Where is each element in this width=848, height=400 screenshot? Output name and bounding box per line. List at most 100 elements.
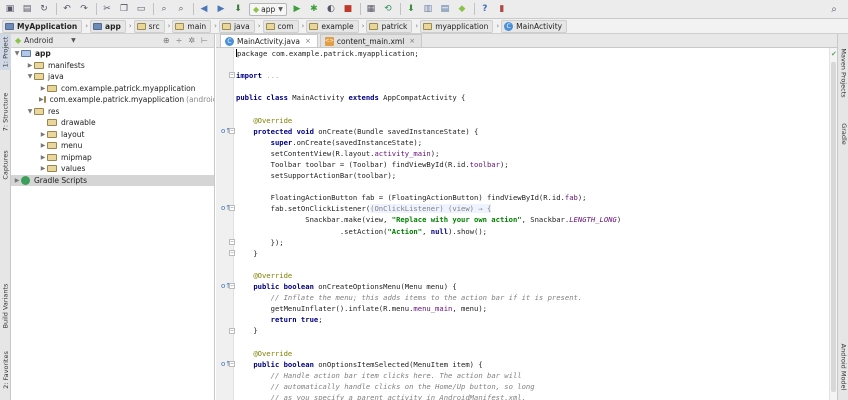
run-icon[interactable]: ▶ xyxy=(291,3,303,15)
tab-favorites[interactable]: 2: Favorites xyxy=(0,342,11,398)
folder-icon xyxy=(34,107,44,115)
back-icon[interactable]: ◀ xyxy=(198,3,210,15)
paste-icon[interactable]: ▭ xyxy=(135,3,147,15)
collapse-arrow-icon[interactable]: ▶ xyxy=(39,142,47,149)
collapse-arrow-icon[interactable]: ▶ xyxy=(13,177,21,184)
tree-item-label: drawable xyxy=(61,118,96,128)
code-area[interactable]: package com.example.patrick.myapplicatio… xyxy=(234,48,829,400)
collapse-arrow-icon[interactable]: ▶ xyxy=(39,165,47,172)
collapse-arrow-icon[interactable]: ▶ xyxy=(39,154,47,161)
collapse-arrow-icon[interactable]: ▶ xyxy=(39,96,44,103)
tree-item[interactable]: ▼ app xyxy=(11,48,214,60)
android-device-icon[interactable]: ◆ xyxy=(456,3,468,15)
open-folder-icon[interactable]: ▣ xyxy=(4,3,16,15)
make-icon[interactable]: ⬇ xyxy=(232,3,244,15)
override-method-icon[interactable]: o↑ xyxy=(221,282,231,290)
replace-icon[interactable]: ⌕ xyxy=(175,3,187,15)
scrollbar-thumb[interactable] xyxy=(831,62,836,392)
sync-gradle-icon[interactable]: ⟲ xyxy=(382,3,394,15)
tree-item[interactable]: ▶ com.example.patrick.myapplication xyxy=(11,83,214,95)
tab-maven-projects[interactable]: Maven Projects xyxy=(838,38,848,108)
debug-icon[interactable]: ✱ xyxy=(308,3,320,15)
undo-icon[interactable]: ↶ xyxy=(61,3,73,15)
project-view-dropdown[interactable]: ◆ Android ▼ xyxy=(15,36,76,45)
override-method-icon[interactable]: o↑ xyxy=(221,360,231,368)
android-monitor-icon[interactable]: ▤ xyxy=(439,3,451,15)
tree-item-label: manifests xyxy=(48,60,85,70)
tree-item[interactable]: ▶ values xyxy=(11,163,214,175)
breadcrumb-item[interactable]: com xyxy=(262,19,299,33)
redo-icon[interactable]: ↷ xyxy=(78,3,90,15)
sdk-manager-icon[interactable]: ⬇ xyxy=(405,3,417,15)
tab-build-variants[interactable]: Build Variants xyxy=(0,274,11,338)
tab-captures[interactable]: Captures xyxy=(0,142,11,188)
code-token: toolbar xyxy=(469,159,500,169)
help-icon[interactable]: ? xyxy=(479,3,491,15)
project-structure-icon[interactable]: ▦ xyxy=(365,3,377,15)
tab-android-model[interactable]: Android Model xyxy=(838,334,848,400)
tab-structure[interactable]: 7: Structure xyxy=(0,84,11,140)
copy-icon[interactable]: ❐ xyxy=(118,3,130,15)
collapse-arrow-icon[interactable]: ▶ xyxy=(26,62,34,69)
collapse-all-icon[interactable]: ÷ xyxy=(176,36,183,45)
editor-tab[interactable]: C MainActivity.java × xyxy=(220,34,318,47)
tree-item[interactable]: ▼ res xyxy=(11,106,214,118)
sync-icon[interactable]: ↻ xyxy=(38,3,50,15)
breadcrumb-item[interactable]: java xyxy=(218,19,255,33)
breadcrumb-item[interactable]: main xyxy=(172,19,212,33)
tree-item[interactable]: ▶ Gradle Scripts xyxy=(11,174,214,186)
toolbar-separator xyxy=(56,3,57,15)
tab-gradle[interactable]: Gradle xyxy=(838,114,848,154)
expand-arrow-icon[interactable]: ▼ xyxy=(13,50,21,57)
code-line: Snackbar.make(view, "Replace with your o… xyxy=(236,214,829,225)
breadcrumb-item[interactable]: src xyxy=(133,19,165,33)
save-icon[interactable]: ▤ xyxy=(21,3,33,15)
tab-project[interactable]: 1: Project xyxy=(0,34,11,70)
tree-item[interactable]: ▶ menu xyxy=(11,140,214,152)
close-icon[interactable]: × xyxy=(409,37,415,45)
editor-scrollbar[interactable]: ✔ xyxy=(829,48,837,400)
breadcrumb-item[interactable]: myapplication xyxy=(420,19,494,33)
code-line: public boolean onCreateOptionsMenu(Menu … xyxy=(236,281,829,292)
tree-item[interactable]: ▶ manifests xyxy=(11,60,214,72)
plugin-icon[interactable]: ▮ xyxy=(496,3,508,15)
cut-icon[interactable]: ✂ xyxy=(101,3,113,15)
code-editor[interactable]: o↑ o↑ o↑ o↑ − − − − − − − − package com.example.pat… xyxy=(216,48,837,400)
expand-arrow-icon[interactable]: ▼ xyxy=(26,73,34,80)
breadcrumb-item[interactable]: app xyxy=(90,19,126,33)
forward-icon[interactable]: ▶ xyxy=(215,3,227,15)
stop-icon[interactable]: ■ xyxy=(342,3,354,15)
tree-item[interactable]: ▶ com.example.patrick.myapplication (andro… xyxy=(11,94,214,106)
tree-item[interactable]: ▶ mipmap xyxy=(11,152,214,164)
tree-item-label: app xyxy=(35,49,51,59)
settings-gear-icon[interactable]: ✲ xyxy=(188,36,195,45)
breadcrumb-item[interactable]: patrick xyxy=(366,19,413,33)
breadcrumb-item[interactable]: example xyxy=(306,19,359,33)
avd-manager-icon[interactable]: ▥ xyxy=(422,3,434,15)
run-config-select[interactable]: ◆ app ▼ xyxy=(249,2,287,16)
tree-item[interactable]: ▼ java xyxy=(11,71,214,83)
breadcrumb-item[interactable]: MyApplication xyxy=(2,19,83,33)
collapse-arrow-icon[interactable]: ▶ xyxy=(39,131,47,138)
hide-panel-icon[interactable]: ⊢ xyxy=(201,36,208,45)
chevron-right-icon: › xyxy=(85,22,89,30)
override-method-icon[interactable]: o↑ xyxy=(221,127,231,135)
expand-arrow-icon[interactable]: ▼ xyxy=(26,108,34,115)
editor-tab[interactable]: <> content_main.xml × xyxy=(319,34,423,47)
tree-item[interactable]: drawable xyxy=(11,117,214,129)
tree-item[interactable]: ▶ layout xyxy=(11,129,214,141)
code-line: FloatingActionButton fab = (FloatingActi… xyxy=(236,192,829,203)
find-icon[interactable]: ⌕ xyxy=(158,3,170,15)
breadcrumb-item[interactable]: C MainActivity xyxy=(501,19,568,33)
sync-scroll-icon[interactable]: ⊕ xyxy=(163,36,170,45)
override-method-icon[interactable]: o↑ xyxy=(221,204,231,212)
attach-debugger-icon[interactable]: ◐ xyxy=(325,3,337,15)
folder-icon xyxy=(34,73,44,81)
code-line: } xyxy=(236,248,829,259)
search-icon[interactable]: ⌕ xyxy=(828,3,840,15)
tab-structure-label: 7: Structure xyxy=(1,92,10,132)
collapse-arrow-icon[interactable]: ▶ xyxy=(39,85,47,92)
code-token: menu_main xyxy=(413,304,453,314)
close-icon[interactable]: × xyxy=(305,37,311,45)
